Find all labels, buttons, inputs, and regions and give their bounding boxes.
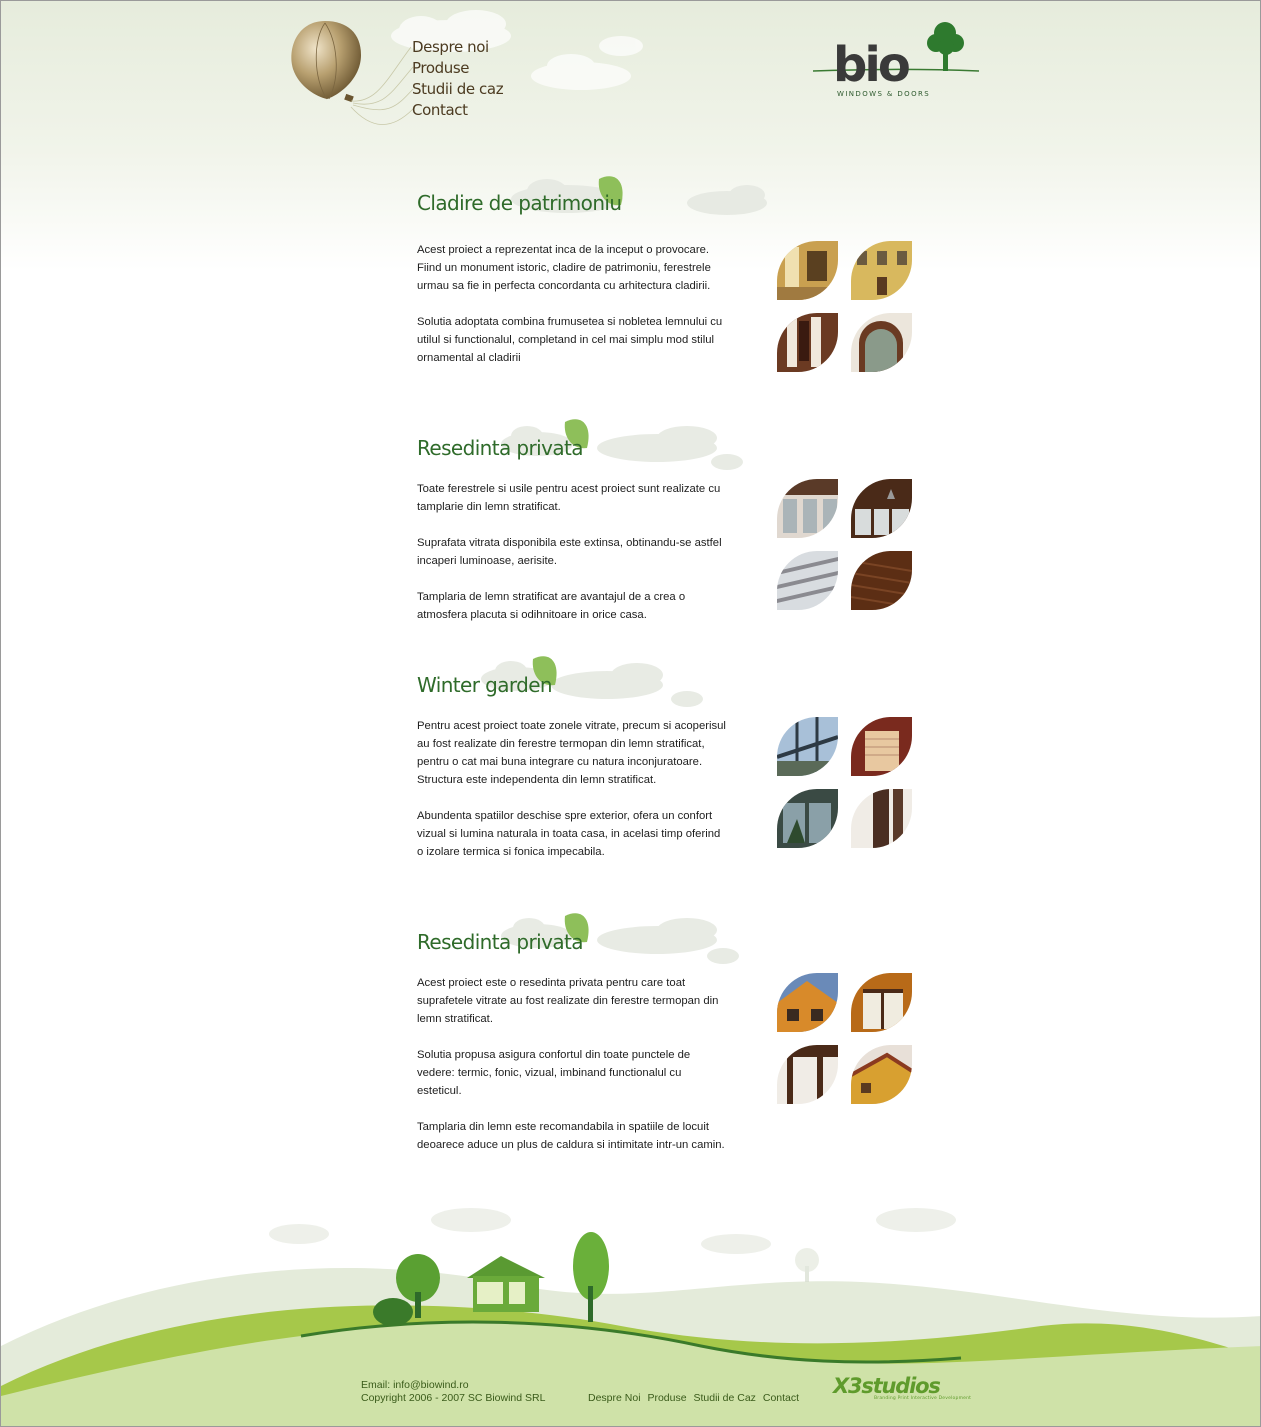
paragraph: Pentru acest proiect toate zonele vitrat… xyxy=(417,720,726,786)
footer-nav-studii-de-caz[interactable]: Studii de Caz xyxy=(693,1392,755,1404)
footer-nav: Despre Noi Produse Studii de Caz Contact xyxy=(588,1392,803,1404)
section-title: Resedinta privata xyxy=(417,930,583,954)
paragraph: Toate ferestrele si usile pentru acest p… xyxy=(417,483,721,513)
footer-nav-contact[interactable]: Contact xyxy=(763,1392,799,1404)
page: Despre noi Produse Studii de caz Contact… xyxy=(0,0,1261,1427)
paragraph: Abundenta spatiilor deschise spre exteri… xyxy=(417,810,721,858)
thumbnail[interactable] xyxy=(851,313,912,372)
case-study-section: Cladire de patrimoniu Acest proiect a re… xyxy=(417,176,937,372)
paragraph: Suprafata vitrata disponibila este extin… xyxy=(417,537,722,567)
footer-nav-despre-noi[interactable]: Despre Noi xyxy=(588,1392,641,1404)
thumbnail[interactable] xyxy=(851,789,912,848)
section-text: Acest proiect a reprezentat inca de la i… xyxy=(417,241,729,385)
thumbnail[interactable] xyxy=(777,313,838,372)
nav-item-despre-noi[interactable]: Despre noi xyxy=(412,37,503,58)
section-title: Resedinta privata xyxy=(417,436,583,460)
paragraph: Solutia propusa asigura confortul din to… xyxy=(417,1049,691,1097)
footer-contact: Email: info@biowind.ro Copyright 2006 - … xyxy=(361,1379,545,1405)
footer-email[interactable]: Email: info@biowind.ro xyxy=(361,1379,545,1392)
footer-nav-produse[interactable]: Produse xyxy=(647,1392,686,1404)
thumbnail[interactable] xyxy=(777,551,838,610)
paragraph: Tamplaria din lemn este recomandabila in… xyxy=(417,1121,725,1151)
nav-item-contact[interactable]: Contact xyxy=(412,100,503,121)
thumbnail[interactable] xyxy=(851,551,912,610)
logo-brand: bio xyxy=(833,37,909,93)
nav-item-studii-de-caz[interactable]: Studii de caz xyxy=(412,79,504,100)
nav-item-produse[interactable]: Produse xyxy=(412,58,503,79)
section-text: Toate ferestrele si usile pentru acest p… xyxy=(417,480,729,642)
section-text: Pentru acest proiect toate zonele vitrat… xyxy=(417,717,729,879)
section-title: Winter garden xyxy=(417,673,553,697)
paragraph: Solutia adoptata combina frumusetea si n… xyxy=(417,316,723,364)
thumbnail[interactable] xyxy=(777,1045,838,1104)
case-study-section: Winter garden Pentru acest proiect toate… xyxy=(417,656,937,858)
x3studios-logo[interactable]: X3studios xyxy=(833,1374,941,1398)
logo-tagline: WINDOWS & DOORS xyxy=(837,90,931,98)
section-title: Cladire de patrimoniu xyxy=(417,191,622,215)
section-text: Acest proiect este o resedinta privata p… xyxy=(417,974,729,1172)
paragraph: Tamplaria de lemn stratificat are avanta… xyxy=(417,591,686,621)
house-illustration xyxy=(467,1256,545,1312)
paragraph: Acest proiect a reprezentat inca de la i… xyxy=(417,244,711,292)
case-study-section: Resedinta privata Toate ferestrele si us… xyxy=(417,419,937,621)
paragraph: Acest proiect este o resedinta privata p… xyxy=(417,977,719,1025)
thumbnail[interactable] xyxy=(851,1045,912,1104)
x3studios-tagline: Branding Print Interactive Development xyxy=(874,1396,972,1401)
case-study-section: Resedinta privata Acest proiect este o r… xyxy=(417,913,937,1151)
tree-small-illustration xyxy=(795,1248,819,1282)
thumbnail[interactable] xyxy=(777,789,838,848)
main-nav: Despre noi Produse Studii de caz Contact xyxy=(412,37,504,121)
footer-copyright: Copyright 2006 - 2007 SC Biowind SRL xyxy=(361,1392,546,1404)
